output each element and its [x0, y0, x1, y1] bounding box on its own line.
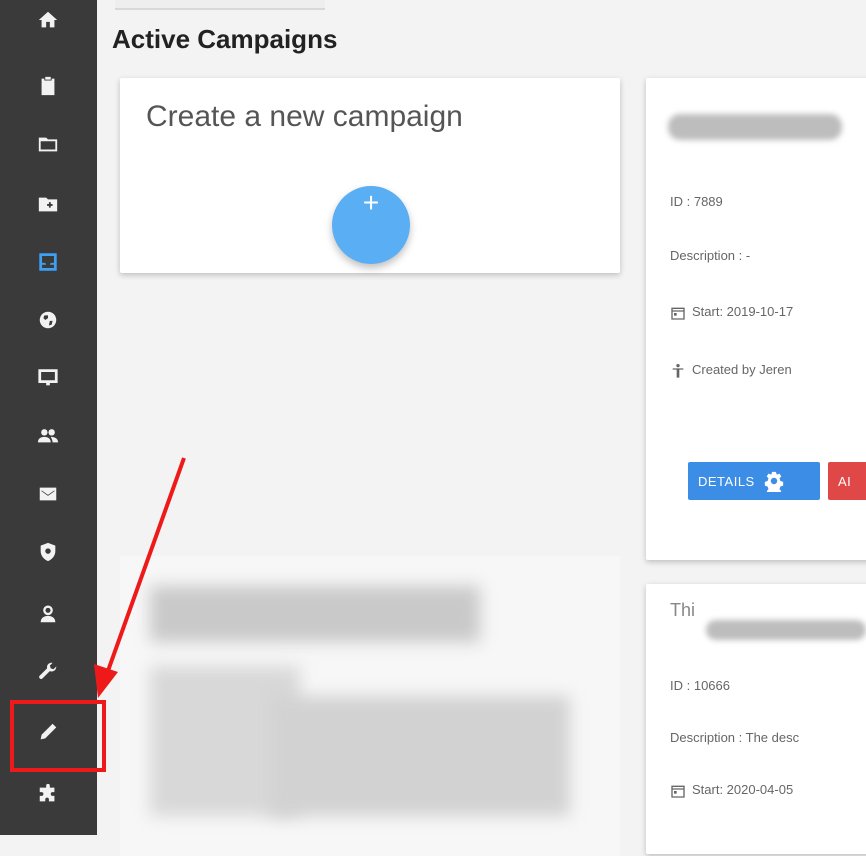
nav-shield[interactable] [30, 534, 66, 570]
calendar-icon [671, 785, 685, 798]
nav-user[interactable] [30, 596, 66, 632]
folder-add-icon [38, 197, 58, 212]
campaign-2-id: ID : 10666 [670, 678, 730, 693]
plus-icon: + [362, 187, 380, 218]
nav-mail[interactable] [30, 476, 66, 512]
page-title: Active Campaigns [112, 24, 338, 54]
campaign-id: ID : 7889 [670, 194, 723, 209]
campaign-description: Description : - [670, 248, 751, 263]
calendar-icon [671, 307, 685, 320]
redacted-campaign-card [120, 556, 620, 856]
campaign-2-start: Start: 2020-04-05 [670, 782, 793, 799]
nav-monitor[interactable] [30, 360, 66, 396]
nav-globe[interactable] [30, 302, 66, 338]
archive-button[interactable]: AI [828, 462, 866, 500]
campaign-2-title-redacted [706, 620, 866, 640]
monitor-icon [38, 369, 58, 386]
home-icon [38, 11, 58, 28]
campaign-2-description: Description : The desc [670, 730, 800, 745]
create-campaign-title: Create a new campaign [146, 100, 463, 133]
campaign-2-title: Thi [670, 600, 696, 620]
details-label: DETAILS [698, 473, 755, 489]
campaign-creator: Created by Jeren [670, 362, 792, 379]
mail-icon [39, 487, 57, 501]
puzzle-icon [39, 783, 55, 802]
nav-home[interactable] [30, 2, 66, 38]
details-button[interactable]: DETAILS [688, 462, 820, 500]
create-campaign-card: Create a new campaign + [120, 78, 620, 273]
nav-folder[interactable] [30, 126, 66, 162]
inbox-icon [39, 253, 57, 271]
gear-icon [764, 471, 783, 492]
nav-users[interactable] [30, 418, 66, 454]
campaign-title-redacted [668, 114, 842, 140]
shield-icon [40, 542, 56, 562]
archive-label: AI [838, 473, 852, 489]
highlight-box [10, 700, 106, 772]
campaign-creator-text: Created by Jeren [692, 362, 792, 377]
globe-icon [39, 311, 57, 329]
nav-puzzle[interactable] [30, 776, 66, 812]
nav-inbox[interactable] [30, 244, 66, 280]
campaign-start: Start: 2019-10-17 [670, 304, 793, 321]
redacted-content-2 [270, 696, 570, 816]
person-icon [672, 363, 684, 378]
campaign-start-text: Start: 2019-10-17 [692, 304, 794, 319]
nav-wrench[interactable] [30, 654, 66, 690]
folder-icon [38, 137, 58, 152]
campaign-2-start-text: Start: 2020-04-05 [692, 782, 794, 797]
campaign-card: ID : 7889 Description : - Start: 2019-10… [646, 78, 866, 560]
top-tab[interactable] [115, 0, 325, 10]
add-campaign-button[interactable]: + [332, 186, 410, 264]
nav-clipboard[interactable] [30, 68, 66, 104]
redacted-title [150, 586, 480, 642]
user-icon [40, 605, 56, 623]
wrench-icon [39, 662, 57, 679]
users-icon [37, 429, 59, 443]
nav-folder-add[interactable] [30, 186, 66, 222]
campaign-card-2: Thi ID : 10666 Description : The desc St… [646, 584, 866, 854]
clipboard-icon [41, 76, 55, 96]
